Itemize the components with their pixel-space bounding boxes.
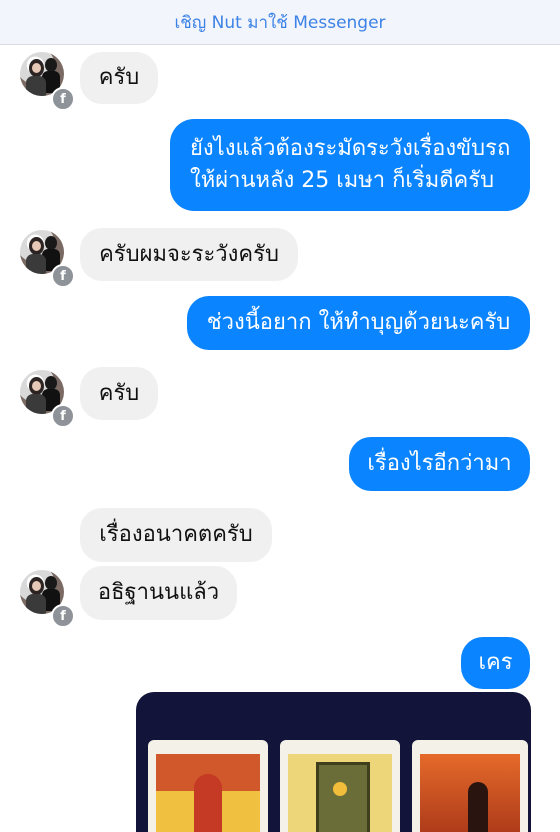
outgoing-message[interactable]: เคร bbox=[461, 637, 530, 689]
message-text-line: ให้ผ่านหลัง 25 เมษา ก็เริ่มดีครับ bbox=[190, 168, 495, 193]
incoming-message[interactable]: เรื่องอนาคตครับ bbox=[80, 508, 272, 562]
facebook-icon: f bbox=[51, 264, 75, 288]
incoming-message[interactable]: อธิฐานนแล้ว bbox=[80, 566, 237, 620]
message-text: ครับ bbox=[98, 65, 140, 90]
message-text: ช่วงนี้อยาก ให้ทำบุญด้วยนะครับ bbox=[206, 310, 511, 335]
facebook-icon: f bbox=[51, 87, 75, 111]
tarot-card-image bbox=[280, 740, 400, 832]
banner-text: เชิญ Nut มาใช้ Messenger bbox=[174, 12, 386, 33]
tarot-card-image bbox=[412, 740, 528, 832]
messenger-invite-banner[interactable]: เชิญ Nut มาใช้ Messenger bbox=[0, 0, 560, 45]
message-text: เรื่องอนาคตครับ bbox=[99, 522, 253, 547]
message-text: ครับผมจะระวังครับ bbox=[99, 241, 279, 267]
tarot-card-image bbox=[148, 740, 268, 832]
message-text-line: ยังไงแล้วต้องระมัดระวังเรื่องขับรถ bbox=[190, 136, 511, 161]
incoming-message[interactable]: ครับผมจะระวังครับ bbox=[80, 228, 298, 281]
photo-message[interactable] bbox=[136, 692, 531, 832]
message-text: ครับ bbox=[98, 380, 140, 406]
message-text: เรื่องไรอีกว่ามา bbox=[367, 451, 512, 476]
facebook-icon: f bbox=[51, 404, 75, 428]
outgoing-message[interactable]: ช่วงนี้อยาก ให้ทำบุญด้วยนะครับ bbox=[187, 296, 530, 350]
message-text: อธิฐานนแล้ว bbox=[97, 580, 220, 605]
facebook-icon: f bbox=[51, 604, 75, 628]
incoming-message[interactable]: ครับ bbox=[80, 367, 158, 420]
outgoing-message[interactable]: เรื่องไรอีกว่ามา bbox=[349, 437, 530, 491]
incoming-message[interactable]: ครับ bbox=[80, 52, 158, 104]
outgoing-message[interactable]: ยังไงแล้วต้องระมัดระวังเรื่องขับรถ ให้ผ่… bbox=[170, 119, 530, 211]
message-text: เคร bbox=[478, 650, 513, 675]
